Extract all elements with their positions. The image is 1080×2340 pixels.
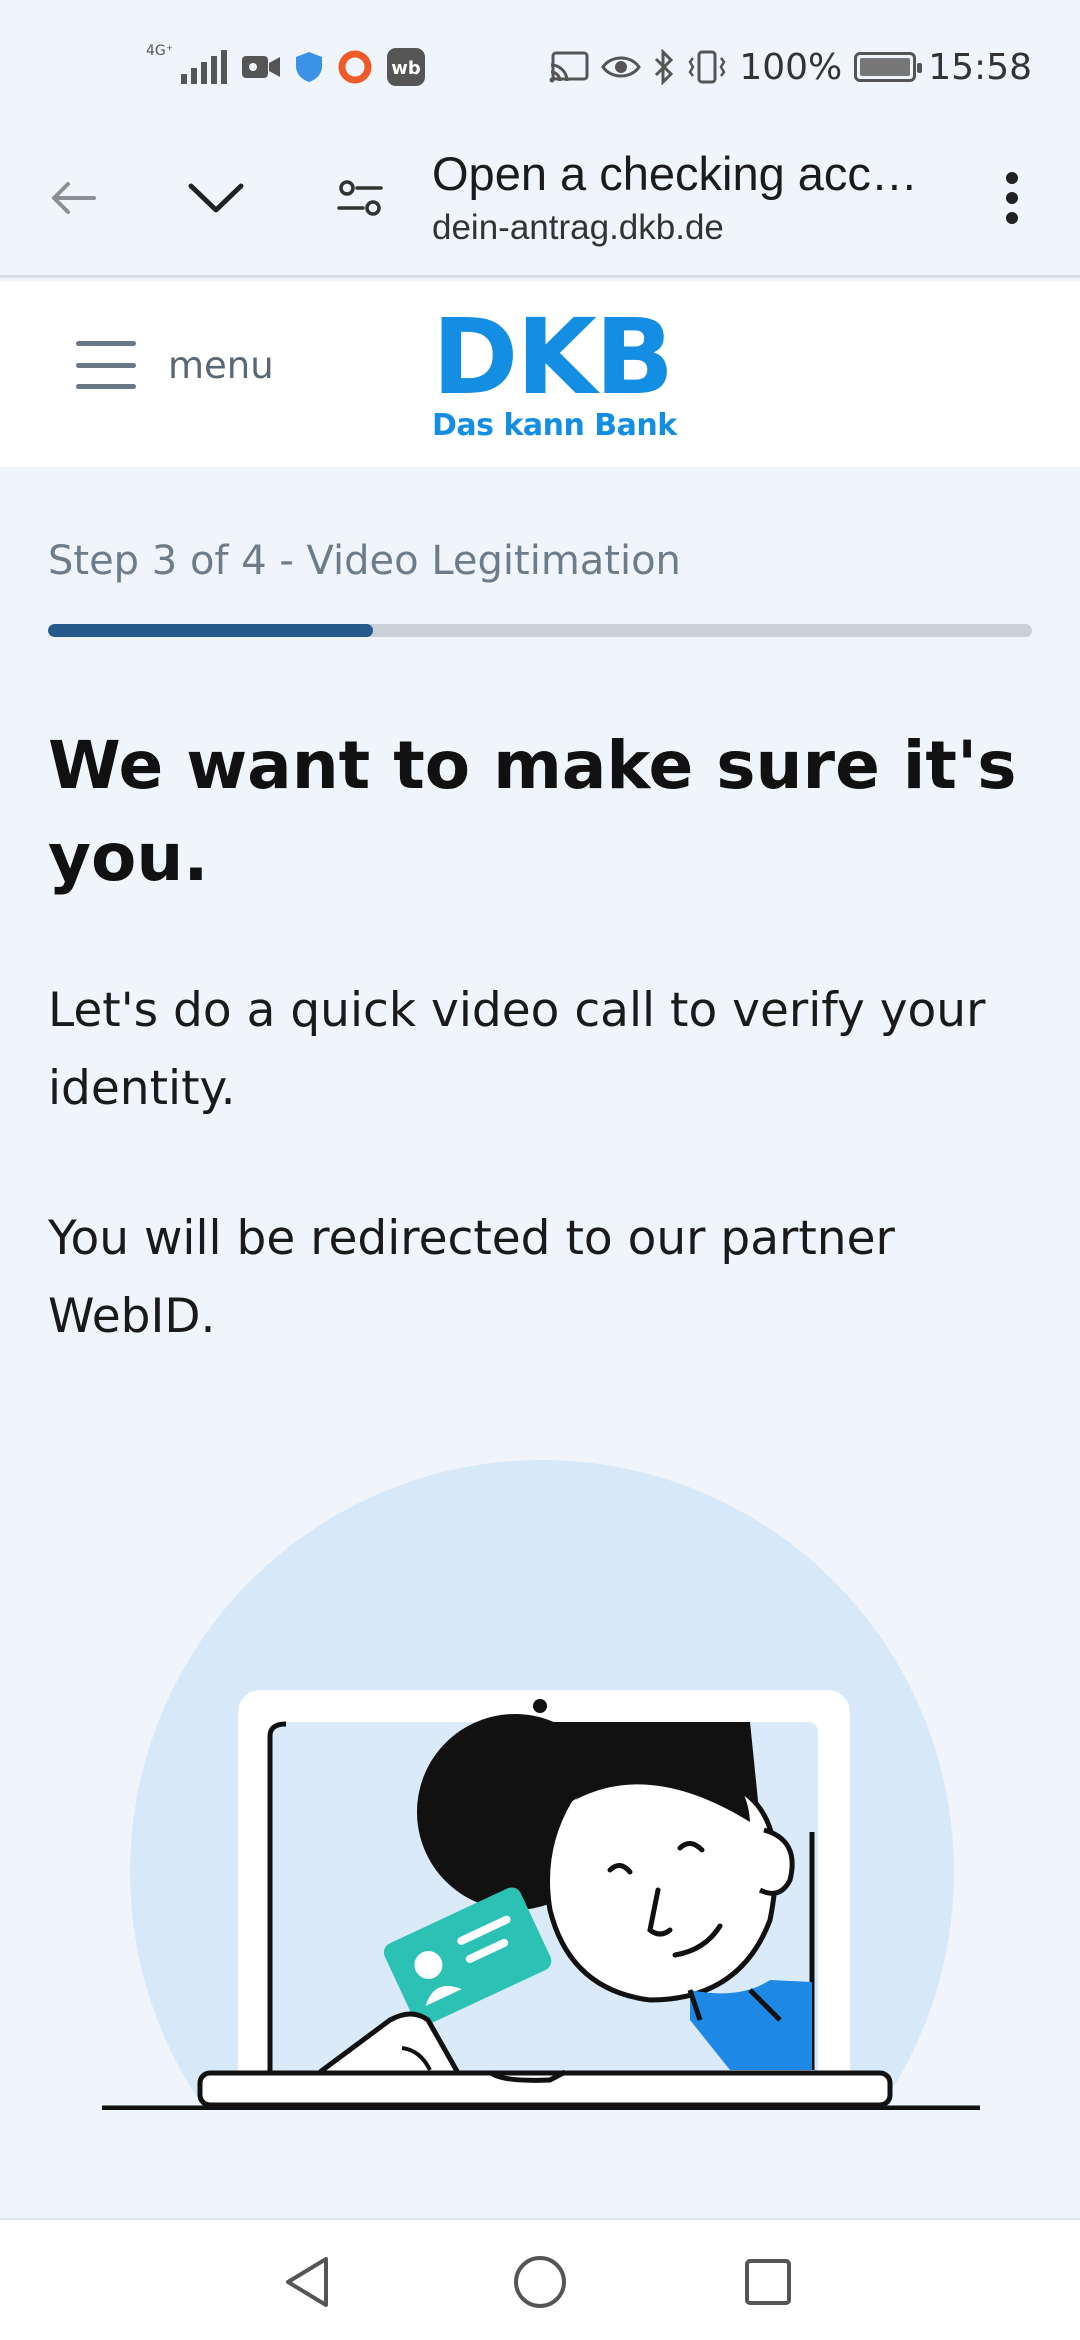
battery-icon <box>854 52 923 82</box>
eye-icon <box>601 56 642 78</box>
menu-button[interactable]: menu <box>76 341 274 389</box>
video-call-illustration <box>102 1460 980 2110</box>
hamburger-icon <box>76 341 136 389</box>
nav-back-button[interactable] <box>268 2242 348 2322</box>
triangle-back-icon <box>286 2257 328 2307</box>
step-progress-fill <box>48 624 373 637</box>
circle-home-icon <box>514 2256 566 2308</box>
nav-home-button[interactable] <box>500 2242 580 2322</box>
browser-toolbar: Open a checking acc… dein-antrag.dkb.de <box>0 128 1080 278</box>
signal-icon <box>181 50 228 84</box>
more-vert-icon <box>1006 172 1018 224</box>
dkb-logo[interactable]: DKB Das kann Bank <box>432 296 677 443</box>
square-recents-icon <box>745 2259 791 2305</box>
logo-tagline: Das kann Bank <box>432 408 677 443</box>
site-settings-button[interactable] <box>320 158 400 238</box>
logo-text: DKB <box>432 296 674 418</box>
page-title[interactable]: Open a checking acc… <box>432 146 952 201</box>
system-nav-bar <box>0 2218 1080 2340</box>
bluetooth-icon <box>655 49 674 85</box>
app-wb-icon: wb <box>387 48 426 86</box>
arrow-left-icon <box>52 182 96 214</box>
menu-label: menu <box>168 343 274 387</box>
ring-icon <box>338 50 372 84</box>
step-progress-bar <box>48 624 1032 637</box>
nav-recents-button[interactable] <box>728 2242 808 2322</box>
battery-percent: 100% <box>739 46 843 88</box>
status-right: 100% 15:58 <box>549 44 1032 90</box>
status-left: 4G⁺ wb <box>146 43 426 90</box>
laptop-camera <box>533 1699 547 1713</box>
redirect-paragraph: You will be redirected to our partner We… <box>48 1211 895 1344</box>
step-label: Step 3 of 4 - Video Legitimation <box>48 538 681 584</box>
vibrate-icon <box>688 50 726 84</box>
overflow-menu-button[interactable] <box>972 158 1052 238</box>
cast-icon <box>549 51 589 83</box>
tabs-dropdown-button[interactable] <box>176 158 256 238</box>
network-label: 4G⁺ <box>146 43 174 59</box>
url-text[interactable]: dein-antrag.dkb.de <box>432 208 724 248</box>
chevron-down-icon <box>188 183 244 213</box>
shield-icon <box>296 52 323 82</box>
page-headline: We want to make sure it's you. <box>48 727 1017 896</box>
status-bar: 4G⁺ wb 100% 15:58 <box>0 0 1080 128</box>
tune-icon <box>337 180 383 216</box>
intro-paragraph: Let's do a quick video call to verify yo… <box>48 983 986 1116</box>
back-button[interactable] <box>32 158 112 238</box>
svg-text:wb: wb <box>391 58 421 79</box>
site-header: menu DKB Das kann Bank <box>0 281 1080 467</box>
video-camera-icon <box>242 56 281 78</box>
clock: 15:58 <box>928 46 1032 88</box>
